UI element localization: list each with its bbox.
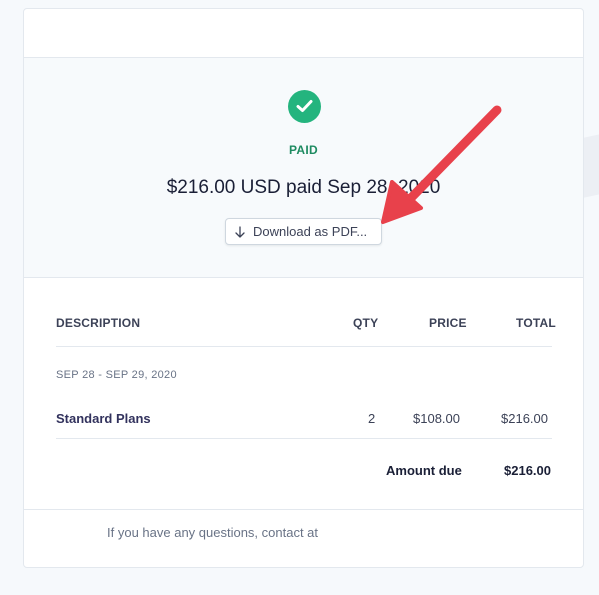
item-price: $108.00 — [413, 411, 460, 426]
status-label: PAID — [289, 143, 318, 157]
header-qty: QTY — [353, 316, 379, 330]
header-price: PRICE — [429, 316, 467, 330]
download-pdf-button[interactable]: Download as PDF... — [225, 218, 382, 245]
amount-due-value: $216.00 — [504, 463, 551, 478]
card-header — [24, 9, 583, 58]
receipt-card: PAID $216.00 USD paid Sep 28, 2020 Downl… — [23, 8, 584, 568]
check-circle-icon — [288, 90, 321, 123]
item-description: Standard Plans — [56, 411, 151, 426]
billing-period: SEP 28 - SEP 29, 2020 — [56, 369, 177, 381]
download-pdf-label: Download as PDF... — [253, 224, 368, 239]
payment-status-section: PAID $216.00 USD paid Sep 28, 2020 Downl… — [24, 58, 583, 278]
item-total: $216.00 — [501, 411, 548, 426]
arrow-down-icon — [235, 225, 245, 238]
amount-due-label: Amount due — [386, 463, 462, 478]
header-total: TOTAL — [516, 316, 556, 330]
footer-contact-text: If you have any questions, contact at — [107, 525, 319, 540]
line-items-table: DESCRIPTION QTY PRICE TOTAL SEP 28 - SEP… — [24, 278, 583, 510]
payment-summary: $216.00 USD paid Sep 28, 2020 — [166, 177, 441, 198]
item-qty: 2 — [368, 411, 376, 426]
header-description: DESCRIPTION — [56, 316, 141, 330]
row-divider — [56, 438, 552, 439]
header-divider — [56, 346, 552, 347]
